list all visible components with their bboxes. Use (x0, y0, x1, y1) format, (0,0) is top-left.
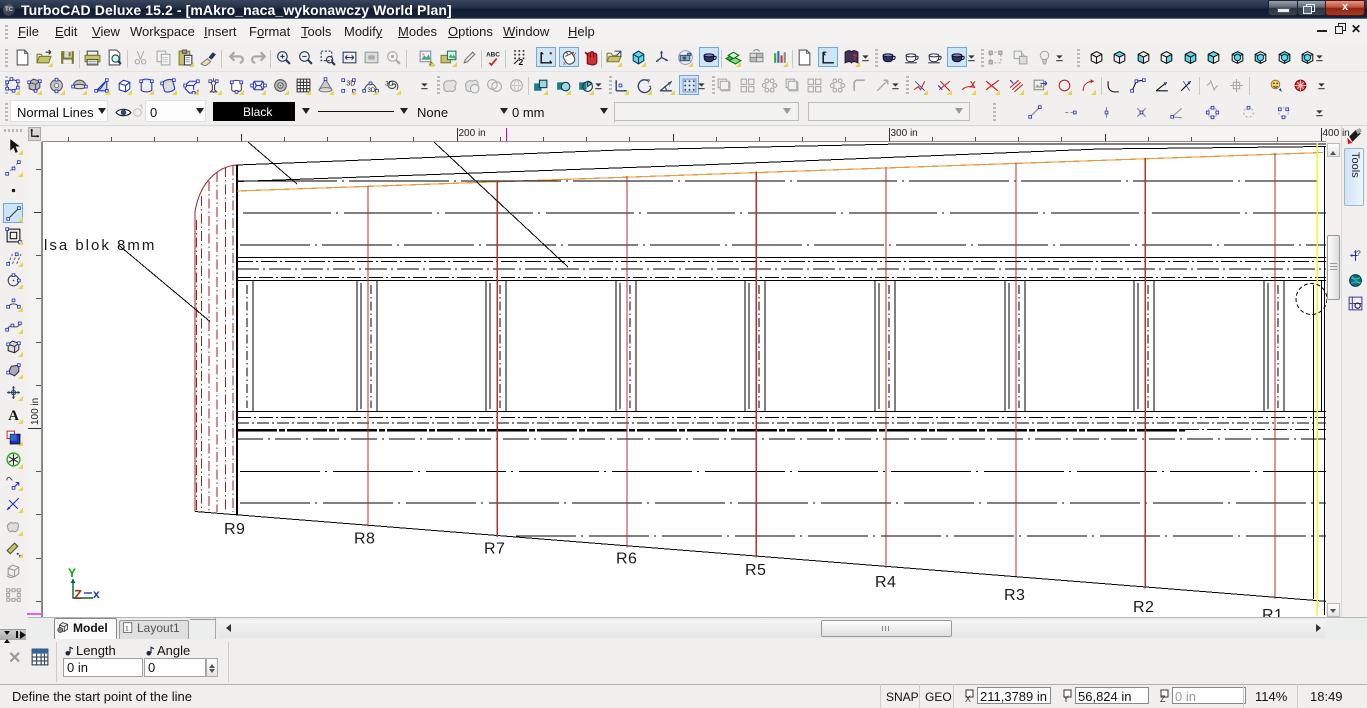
svg-text:Y: Y (68, 566, 76, 580)
svg-text:lsa blok 8mm: lsa blok 8mm (44, 237, 156, 254)
svg-text:Z: Z (74, 587, 82, 602)
svg-text:Z: Z (1160, 694, 1166, 703)
svg-text:x: x (93, 587, 100, 601)
svg-text:R1: R1 (1262, 607, 1283, 617)
svg-text:?: ? (1356, 248, 1360, 257)
svg-text:R5: R5 (745, 562, 766, 579)
svg-text:X: X (965, 694, 971, 703)
svg-text:Y: Y (572, 52, 576, 58)
svg-text:R9: R9 (224, 521, 245, 538)
svg-text:x: x (563, 61, 566, 66)
svg-text:R2: R2 (1133, 599, 1154, 616)
svg-text:R8: R8 (354, 531, 375, 548)
svg-text:R4: R4 (875, 574, 896, 591)
svg-text:?: ? (646, 78, 650, 85)
svg-text:3D: 3D (385, 81, 394, 88)
svg-text:Y: Y (1063, 694, 1069, 703)
svg-text:?: ? (668, 82, 672, 89)
svg-text:2: 2 (518, 57, 523, 66)
svg-text:R6: R6 (616, 551, 637, 568)
svg-text:ABC: ABC (486, 51, 500, 58)
svg-text:R3: R3 (1004, 587, 1025, 604)
svg-text:R7: R7 (484, 541, 505, 558)
svg-text:1: 1 (125, 625, 129, 632)
